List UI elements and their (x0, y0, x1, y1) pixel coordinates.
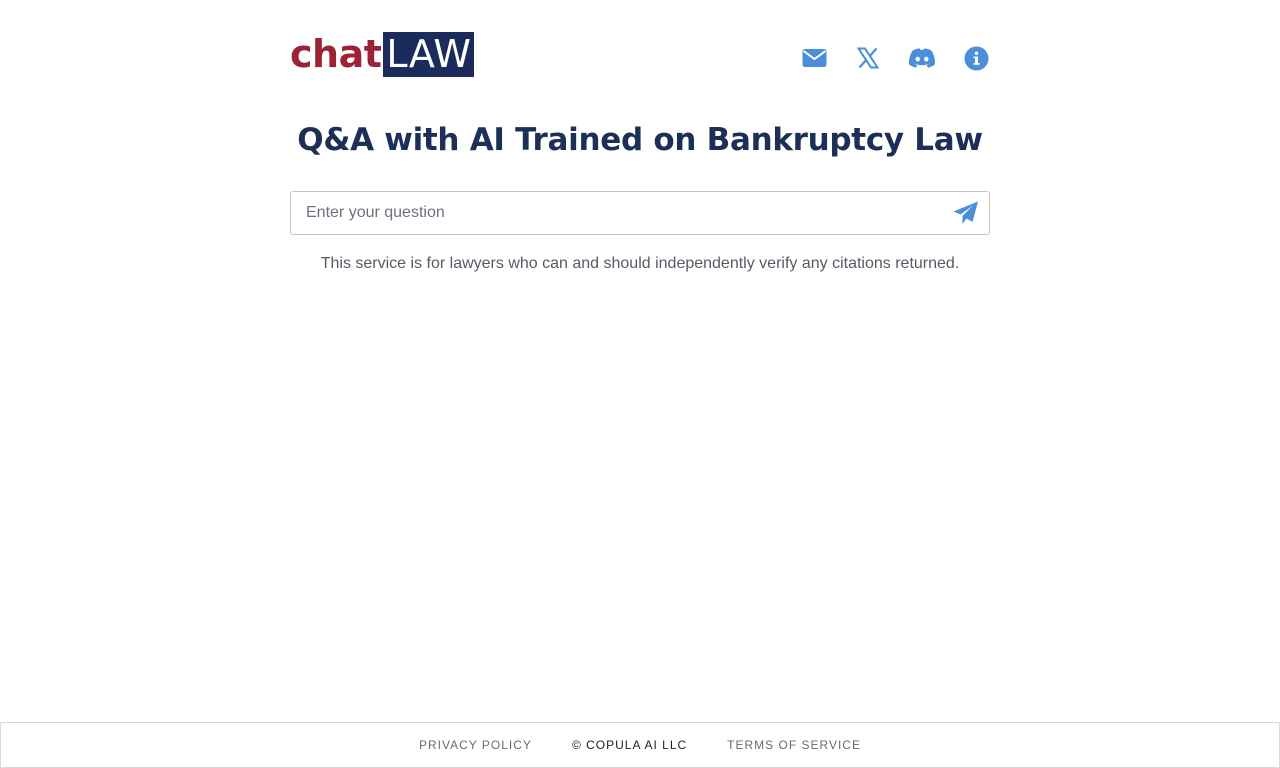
header-icons (800, 44, 990, 72)
paper-plane-icon (953, 201, 978, 224)
discord-icon[interactable] (908, 44, 936, 72)
disclaimer-text: This service is for lawyers who can and … (320, 255, 960, 272)
x-twitter-icon[interactable] (854, 44, 882, 72)
logo[interactable]: chat LAW (290, 32, 475, 77)
privacy-policy-link[interactable]: PRIVACY POLICY (419, 738, 532, 752)
question-search-box (290, 191, 990, 235)
envelope-icon[interactable] (800, 44, 828, 72)
logo-chat-text: chat (290, 32, 382, 76)
copyright-text: © COPULA AI LLC (571, 738, 688, 752)
page-title: Q&A with AI Trained on Bankruptcy Law (297, 122, 983, 158)
header: chat LAW (290, 32, 990, 78)
page: chat LAW Q&A with AI Trained on Bankrupt… (0, 0, 1280, 768)
logo-law-text: LAW (383, 32, 475, 77)
footer: PRIVACY POLICY © COPULA AI LLC TERMS OF … (0, 722, 1280, 768)
info-icon[interactable] (962, 44, 990, 72)
question-input[interactable] (291, 193, 943, 233)
terms-of-service-link[interactable]: TERMS OF SERVICE (727, 738, 861, 752)
send-button[interactable] (943, 192, 989, 234)
